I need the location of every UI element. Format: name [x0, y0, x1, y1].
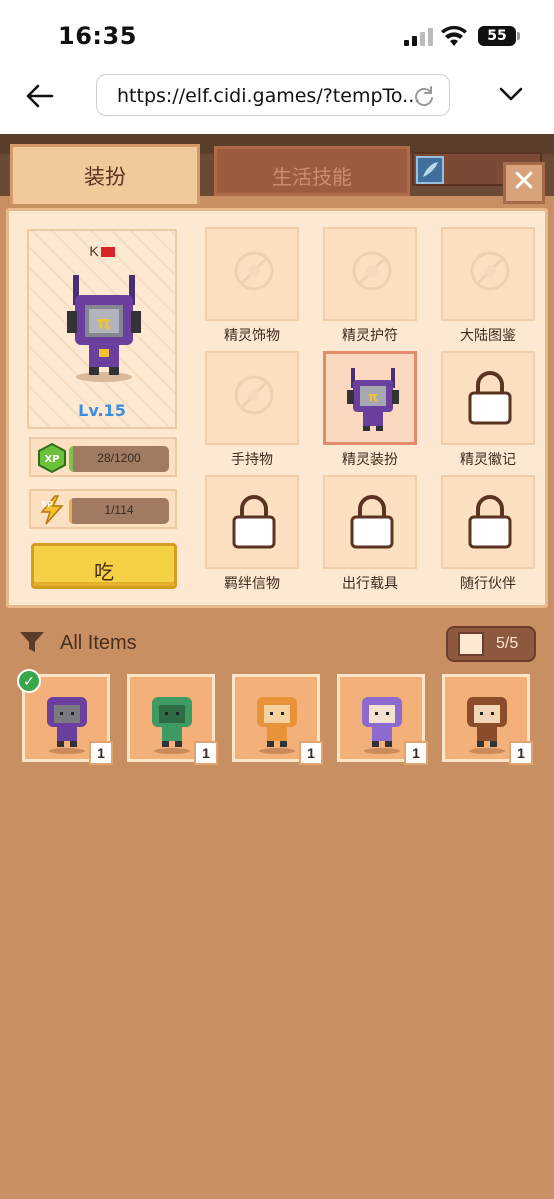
url-text: https://elf.cidi.games/?tempTo... [117, 85, 421, 107]
padlock-icon [350, 495, 394, 549]
svg-text:SP: SP [41, 500, 53, 509]
inventory-item[interactable]: 1 [442, 674, 533, 765]
back-arrow-icon[interactable] [24, 82, 56, 110]
leaf-amulet-icon [352, 251, 392, 291]
svg-text:XP: XP [44, 454, 59, 465]
bow-ornament-icon [234, 251, 274, 291]
padlock-icon [232, 495, 276, 549]
sp-bar: SP 1/114 [29, 489, 177, 529]
svg-text:π: π [368, 390, 378, 404]
equipment-slot[interactable] [441, 351, 535, 445]
padlock-icon [468, 371, 512, 425]
item-count: 1 [299, 741, 323, 765]
sp-value: 1/114 [104, 503, 134, 517]
equipment-slot[interactable] [323, 475, 417, 569]
slot-label: 随行伙伴 [460, 576, 516, 592]
filter-label: All Items [60, 632, 137, 654]
flag-icon [100, 247, 115, 258]
storage-box-icon [458, 632, 484, 656]
eat-button[interactable]: 吃 [31, 543, 177, 589]
character-name: K [29, 243, 175, 259]
slot-label: 精灵徽记 [460, 452, 516, 468]
wifi-icon [441, 25, 467, 46]
robot-costume-icon: π [347, 368, 399, 431]
xp-icon: XP [38, 443, 66, 473]
xp-track: 28/1200 [69, 446, 169, 472]
inventory-capacity: 5/5 [446, 626, 536, 662]
lightning-icon: SP [40, 495, 64, 525]
blue-feather-icon [416, 156, 444, 184]
character-card: K π Lv.15 [27, 229, 177, 429]
browser-toolbar: https://elf.cidi.games/?tempTo... [0, 70, 554, 134]
character-level: Lv.15 [78, 401, 126, 420]
slot-label: 精灵护符 [342, 328, 398, 344]
sp-track: 1/114 [69, 498, 169, 524]
padlock-icon [468, 495, 512, 549]
xp-bar: XP 28/1200 [29, 437, 177, 477]
status-bar: 16:35 55 [0, 0, 554, 70]
filter-icon[interactable] [18, 628, 46, 656]
tab-life-skills[interactable]: 生活技能 [214, 146, 410, 196]
item-count: 1 [89, 741, 113, 765]
status-time: 16:35 [58, 22, 137, 50]
inventory-item[interactable]: ✓ 1 [17, 669, 113, 765]
chevron-down-icon[interactable] [498, 84, 524, 104]
item-count: 1 [404, 741, 428, 765]
equipment-slot[interactable] [441, 475, 535, 569]
book-icon [470, 251, 510, 291]
slot-label: 精灵饰物 [224, 328, 280, 344]
slot-label: 精灵装扮 [342, 452, 398, 468]
equipment-slot[interactable] [441, 227, 535, 321]
slot-label: 出行载具 [342, 576, 398, 592]
inventory-item[interactable]: 1 [232, 674, 323, 765]
address-bar[interactable]: https://elf.cidi.games/?tempTo... [96, 74, 450, 116]
robot-character-sprite: π [67, 275, 141, 382]
equipment-slot[interactable] [205, 227, 299, 321]
tab-costume[interactable]: 装扮 [10, 144, 200, 204]
slot-label: 大陆图鉴 [460, 328, 516, 344]
inventory-item[interactable]: 1 [127, 674, 218, 765]
xp-value: 28/1200 [97, 451, 141, 465]
svg-text:π: π [97, 313, 111, 334]
equipment-slot[interactable] [205, 475, 299, 569]
battery-icon: 55 [478, 26, 520, 46]
item-count: 1 [194, 741, 218, 765]
eat-button-label: 吃 [94, 560, 114, 584]
equipped-check-icon: ✓ [17, 669, 41, 693]
equipment-panel: K π Lv.15 XP 28/1200 SP 1/114 吃 精灵饰物 精灵护… [6, 208, 548, 608]
tab-costume-label: 装扮 [84, 165, 126, 189]
cellular-signal-icon [404, 28, 434, 46]
pocket-watch-icon [234, 375, 274, 415]
equipment-slot[interactable] [205, 351, 299, 445]
reload-icon[interactable] [413, 85, 435, 107]
capacity-text: 5/5 [496, 635, 519, 652]
equipment-slot[interactable] [323, 227, 417, 321]
slot-label: 手持物 [231, 452, 273, 468]
inventory-item[interactable]: 1 [337, 674, 428, 765]
close-button[interactable]: ✕ [503, 162, 545, 204]
game-canvas: 装扮 生活技能 8 ✕ K π [0, 134, 554, 1199]
slot-label: 羁绊信物 [224, 576, 280, 592]
equipment-slot[interactable]: π [323, 351, 417, 445]
tab-life-skills-label: 生活技能 [272, 165, 352, 189]
item-count: 1 [509, 741, 533, 765]
